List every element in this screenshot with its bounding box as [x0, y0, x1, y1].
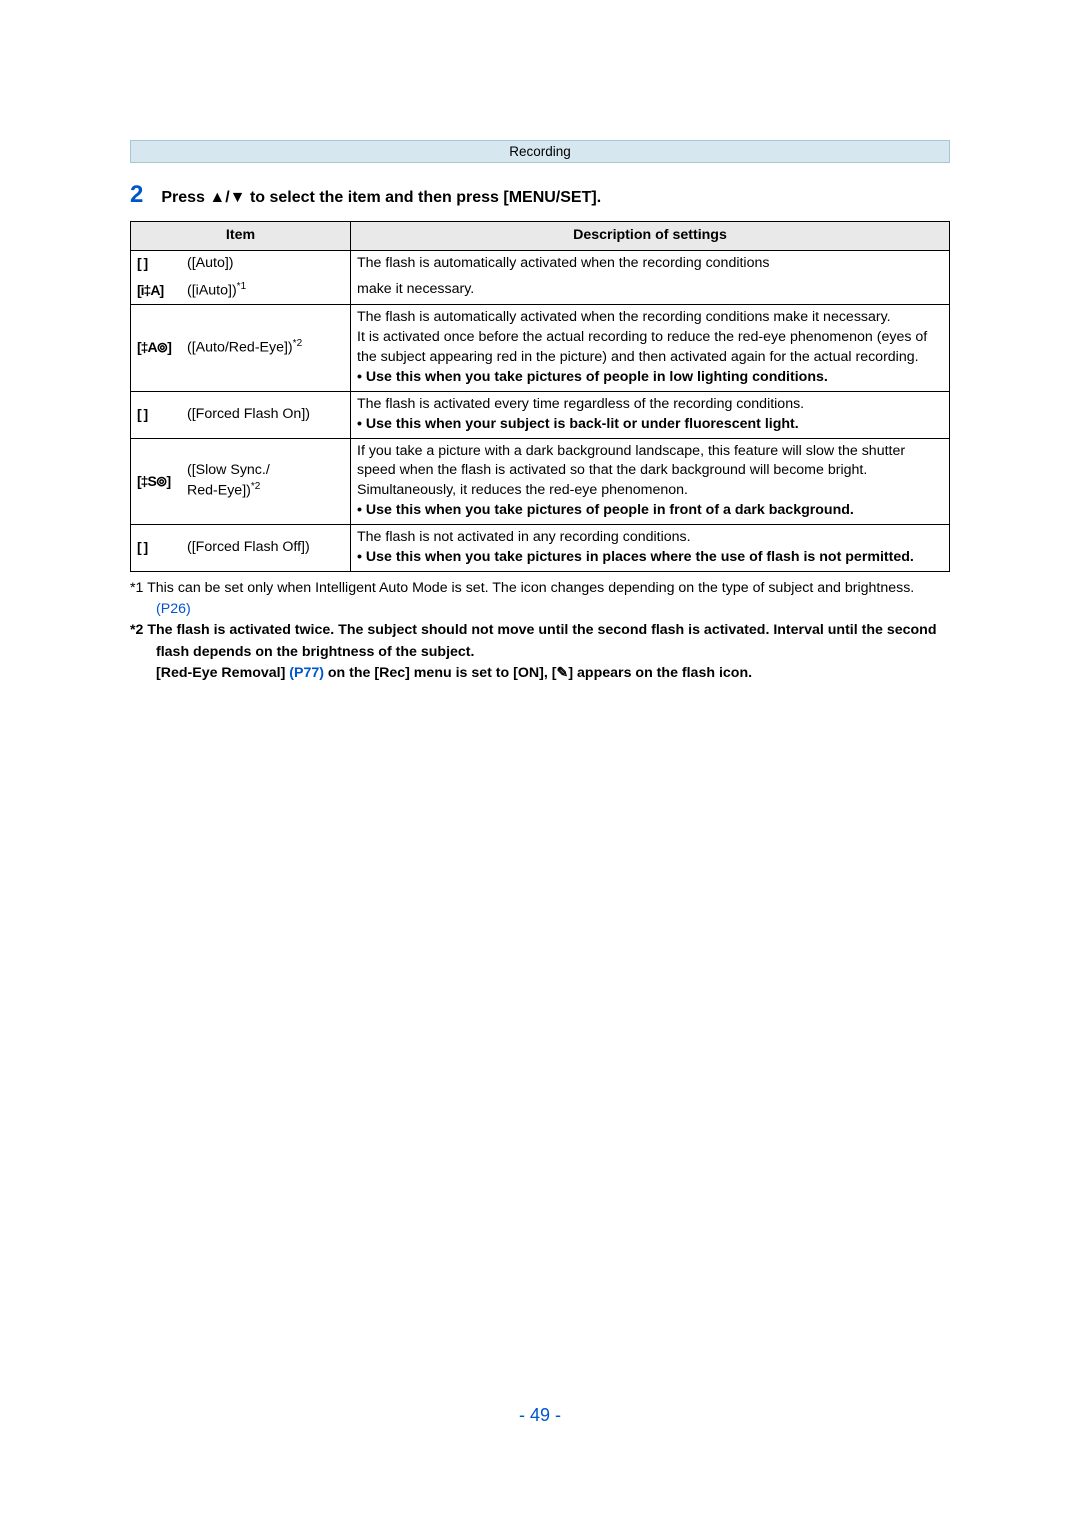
flash-forced-off-icon: [ ]: [137, 538, 181, 558]
flash-slow-sync-label: ([Slow Sync./ Red-Eye])*2: [187, 461, 270, 502]
footnote-2b: [Red-Eye Removal] (P77) on the [Rec] men…: [130, 663, 950, 684]
flash-forced-on-icon: [ ]: [137, 405, 181, 425]
flash-iauto-label: ([iAuto])*1: [187, 280, 246, 302]
row5-desc-1: The flash is not activated in any record…: [357, 528, 943, 548]
flash-auto-desc-line1: The flash is automatically activated whe…: [351, 250, 950, 276]
row3-desc-1: The flash is activated every time regard…: [357, 395, 943, 415]
footnotes: *1 This can be set only when Intelligent…: [130, 578, 950, 684]
step-instruction: Press ▲/▼ to select the item and then pr…: [161, 189, 601, 207]
step-row: 2 Press ▲/▼ to select the item and then …: [130, 183, 950, 207]
row2-desc-2: It is activated once before the actual r…: [357, 328, 943, 368]
step-number: 2: [130, 183, 143, 207]
footnote-2: *2 The flash is activated twice. The sub…: [130, 620, 950, 663]
row2-desc-1: The flash is automatically activated whe…: [357, 308, 943, 328]
page-number: - 49 -: [0, 1405, 1080, 1426]
table-header-desc: Description of settings: [351, 222, 950, 251]
table-header-item: Item: [131, 222, 351, 251]
flash-auto-label: ([Auto]): [187, 254, 234, 274]
pencil-icon: ✎: [556, 665, 568, 681]
link-p26[interactable]: (P26): [156, 601, 191, 617]
row4-bullet-1: • Use this when you take pictures of peo…: [357, 501, 943, 521]
flash-auto-icon: [ ]: [137, 254, 181, 274]
row4-desc-1: If you take a picture with a dark backgr…: [357, 442, 943, 502]
flash-auto-redeye-icon: [‡A⊚]: [137, 338, 181, 358]
row2-bullet-1: • Use this when you take pictures of peo…: [357, 368, 943, 388]
row3-bullet-1: • Use this when your subject is back-lit…: [357, 415, 943, 435]
link-p77[interactable]: (P77): [289, 665, 324, 681]
settings-table: Item Description of settings [ ] ([Auto]…: [130, 221, 950, 572]
flash-auto-desc-line2: make it necessary.: [351, 277, 950, 305]
flash-iauto-icon: [i‡A]: [137, 281, 181, 301]
row5-bullet-1: • Use this when you take pictures in pla…: [357, 548, 943, 568]
footnote-1: *1 This can be set only when Intelligent…: [130, 578, 950, 621]
flash-slow-sync-icon: [‡S⊚]: [137, 472, 181, 492]
flash-forced-off-label: ([Forced Flash Off]): [187, 538, 310, 558]
flash-forced-on-label: ([Forced Flash On]): [187, 405, 310, 425]
section-header: Recording: [130, 140, 950, 163]
flash-auto-redeye-label: ([Auto/Red-Eye])*2: [187, 337, 302, 359]
